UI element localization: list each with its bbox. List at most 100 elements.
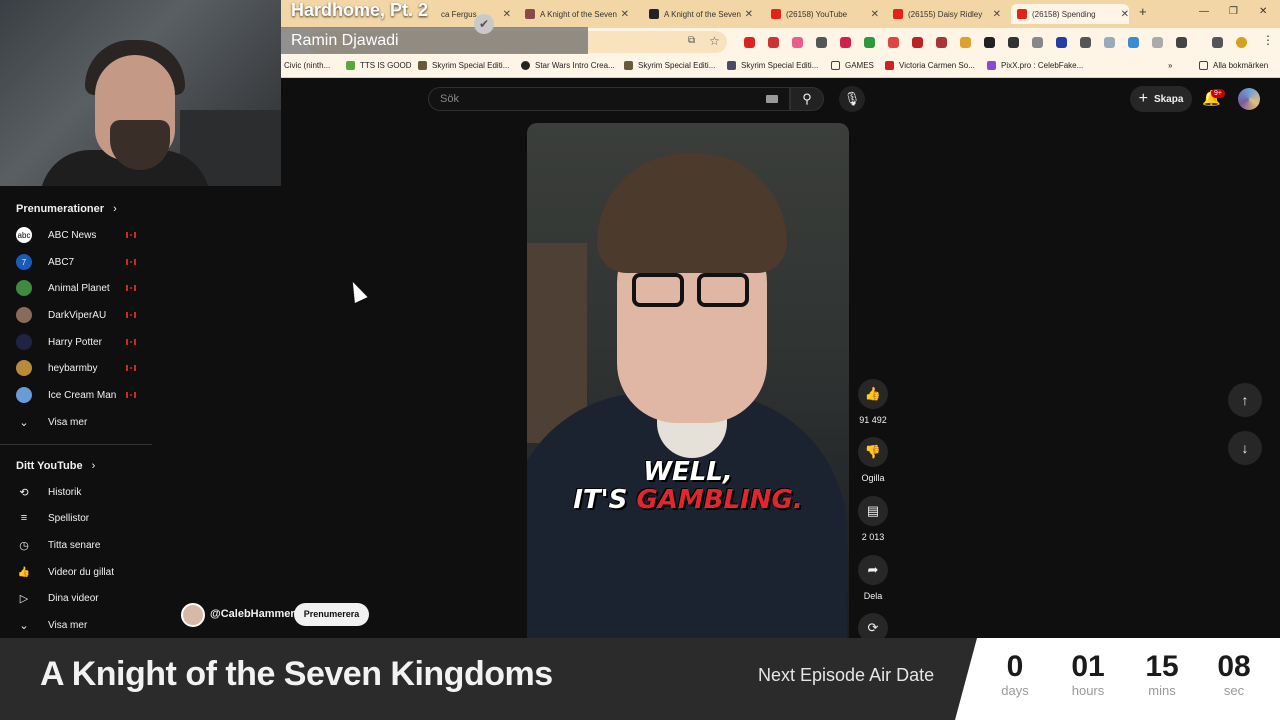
browser-tab[interactable]: (26158) YouTube ✕ xyxy=(771,4,879,24)
sidebar-item-animal-planet[interactable]: Animal Planet xyxy=(16,277,146,299)
channel-avatar-icon xyxy=(16,334,32,350)
bookmarks-overflow-icon[interactable]: » xyxy=(1168,61,1172,70)
extension-icon[interactable] xyxy=(960,37,971,48)
extension-icon[interactable] xyxy=(1008,37,1019,48)
install-icon[interactable]: ⧉ xyxy=(688,35,695,46)
close-icon[interactable]: ✕ xyxy=(993,9,1001,20)
channel-name-link[interactable]: @CalebHammer xyxy=(210,608,295,620)
close-icon[interactable]: ✕ xyxy=(621,9,629,20)
bookmark-label: GAMES xyxy=(845,61,874,70)
close-icon[interactable]: ✕ xyxy=(745,9,753,20)
favicon-icon xyxy=(649,9,659,19)
keyboard-icon[interactable] xyxy=(766,95,778,103)
browser-tab-active[interactable]: (26158) Spending ✕ xyxy=(1011,4,1129,24)
extension-icon[interactable] xyxy=(1032,37,1043,48)
download-icon[interactable] xyxy=(1080,37,1091,48)
search-button[interactable]: ⚲ xyxy=(790,87,824,111)
search-input[interactable] xyxy=(428,87,790,111)
bookmark-item[interactable]: Skyrim Special Editi... xyxy=(418,61,509,70)
countdown-hours-unit: hours xyxy=(1071,683,1105,698)
create-button[interactable]: + Skapa xyxy=(1130,86,1192,112)
dislike-button[interactable]: 👎 Ogilla xyxy=(858,437,888,483)
sidebar-item-harry-potter[interactable]: Harry Potter xyxy=(16,331,146,353)
bookmark-item[interactable]: TTS IS GOOD xyxy=(346,61,412,70)
arrow-up-icon: ↑ xyxy=(1241,392,1249,408)
browser-tab[interactable]: A Knight of the Seven ✕ xyxy=(649,4,753,24)
sidebar-show-more[interactable]: ⌄ Visa mer xyxy=(16,411,146,433)
extension-icon[interactable] xyxy=(744,37,755,48)
extension-icon[interactable] xyxy=(912,37,923,48)
next-short-button[interactable]: ↓ xyxy=(1228,431,1262,465)
sidebar-item-ice-cream-man[interactable]: Ice Cream Man xyxy=(16,384,146,406)
browser-tab[interactable]: (26155) Daisy Ridley ✕ xyxy=(893,4,1001,24)
bookmark-item[interactable]: Civic (ninth... xyxy=(284,61,330,70)
previous-short-button[interactable]: ↑ xyxy=(1228,383,1262,417)
restore-icon[interactable]: ❐ xyxy=(1229,6,1238,17)
sidebar-item-heybarmby[interactable]: heybarmby xyxy=(16,357,146,379)
extension-icon[interactable] xyxy=(936,37,947,48)
subscribe-button[interactable]: Prenumerera xyxy=(294,603,369,626)
reading-list-icon[interactable] xyxy=(1212,37,1223,48)
countdown-secs: 08 sec xyxy=(1204,650,1264,698)
bookmark-item[interactable]: Skyrim Special Editi... xyxy=(727,61,818,70)
your-youtube-heading-label: Ditt YouTube xyxy=(16,460,83,472)
live-icon xyxy=(126,232,136,238)
sidebar-item-your-videos[interactable]: ▷ Dina videor xyxy=(16,587,146,609)
avatar[interactable] xyxy=(1238,88,1260,110)
bookmark-item[interactable]: PixX.pro : CelebFake... xyxy=(987,61,1083,70)
bookmark-item[interactable]: Star Wars Intro Crea... xyxy=(521,61,615,70)
microphone-icon: 🎙 xyxy=(843,91,861,106)
extension-icon[interactable] xyxy=(840,37,851,48)
remix-button[interactable]: ⟳ xyxy=(858,613,888,638)
sidebar-item-abc-news[interactable]: abc ABC News xyxy=(16,224,146,246)
sidebar-item-watch-later[interactable]: ◷ Titta senare xyxy=(16,534,146,556)
bookmark-item[interactable]: Skyrim Special Editi... xyxy=(624,61,715,70)
bookmark-star-icon[interactable]: ☆ xyxy=(709,34,720,48)
share-button[interactable]: ➦ Dela xyxy=(858,555,888,601)
extension-icon[interactable] xyxy=(768,37,779,48)
extension-icon[interactable] xyxy=(792,37,803,48)
channel-avatar[interactable] xyxy=(181,603,205,627)
your-youtube-heading[interactable]: Ditt YouTube › xyxy=(16,460,95,472)
tab-label: A Knight of the Seven xyxy=(540,9,617,19)
shorts-video-player[interactable]: WELL, IT'S GAMBLING. xyxy=(527,123,849,638)
minimize-icon[interactable]: — xyxy=(1199,6,1209,17)
remix-icon: ⟳ xyxy=(858,613,888,638)
channel-avatar-icon xyxy=(16,307,32,323)
profile-icon[interactable] xyxy=(1236,37,1247,48)
sidebar-item-playlists[interactable]: ≡ Spellistor xyxy=(16,507,146,529)
subscriptions-heading-label: Prenumerationer xyxy=(16,203,105,215)
extension-icon[interactable] xyxy=(888,37,899,48)
comments-button[interactable]: ▤ 2 013 xyxy=(858,496,888,542)
live-icon xyxy=(126,392,136,398)
sidebar-item-liked-videos[interactable]: 👍 Videor du gillat xyxy=(16,561,146,583)
voice-search-button[interactable]: 🎙 xyxy=(839,86,865,112)
close-icon[interactable]: ✕ xyxy=(1121,9,1129,20)
extensions-puzzle-icon[interactable] xyxy=(1176,37,1187,48)
sidebar-item-history[interactable]: ⟲ Historik xyxy=(16,481,146,503)
browser-tab[interactable]: A Knight of the Seven ✕ xyxy=(525,4,629,24)
sidebar-item-abc7[interactable]: 7 ABC7 xyxy=(16,251,146,273)
bookmark-folder[interactable]: GAMES xyxy=(831,61,874,70)
sidebar-item-darkviperau[interactable]: DarkViperAU xyxy=(16,304,146,326)
bookmark-item[interactable]: Victoria Carmen So... xyxy=(885,61,975,70)
youtube-favicon-icon xyxy=(1017,9,1027,19)
divider xyxy=(0,444,152,445)
menu-kebab-icon[interactable]: ⋮ xyxy=(1262,33,1274,47)
close-window-icon[interactable]: ✕ xyxy=(1259,6,1267,17)
all-bookmarks[interactable]: Alla bokmärken xyxy=(1199,61,1268,70)
extension-icon[interactable] xyxy=(984,37,995,48)
subscriptions-heading[interactable]: Prenumerationer › xyxy=(16,203,117,215)
sidebar-show-more-2[interactable]: ⌄ Visa mer xyxy=(16,614,146,636)
like-button[interactable]: 👍 91 492 xyxy=(858,379,888,425)
close-icon[interactable]: ✕ xyxy=(871,9,879,20)
new-tab-icon[interactable]: + xyxy=(1139,4,1147,19)
close-icon[interactable]: ✕ xyxy=(503,9,511,20)
extension-icon[interactable] xyxy=(816,37,827,48)
extension-icon[interactable] xyxy=(864,37,875,48)
like-count: 91 492 xyxy=(859,415,887,425)
extension-icon[interactable] xyxy=(1128,37,1139,48)
extension-icon[interactable] xyxy=(1104,37,1115,48)
extension-icon[interactable] xyxy=(1152,37,1163,48)
extension-icon[interactable] xyxy=(1056,37,1067,48)
